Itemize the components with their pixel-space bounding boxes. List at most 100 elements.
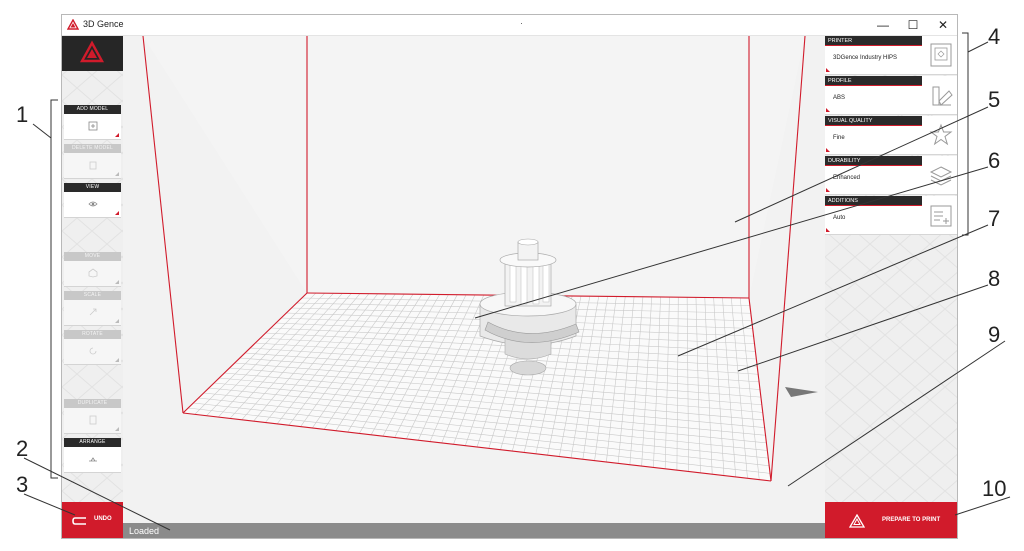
printer-selector[interactable]: PRINTER 3DGence Industry HIPS [825, 36, 957, 75]
printer-header: PRINTER [825, 36, 922, 46]
delete-model-icon [89, 161, 97, 170]
add-model-button[interactable] [64, 114, 121, 140]
callout-3: 3 [16, 472, 29, 497]
profile-selector[interactable]: PROFILE ABS [825, 76, 957, 115]
left-toolbar: ADD MODEL DELETE MODEL VIEW MOVE SCALE R… [62, 36, 123, 502]
visual-quality-header: VISUAL QUALITY [825, 116, 922, 126]
undo-button[interactable]: UNDO [62, 502, 123, 538]
close-button[interactable]: ✕ [928, 15, 957, 36]
printer-logo-icon [849, 514, 865, 528]
corner-marker [115, 427, 119, 431]
app-logo-icon [79, 40, 105, 63]
printer-icon [930, 43, 952, 67]
profile-value: ABS [833, 95, 846, 101]
rotate-group[interactable]: ROTATE [64, 330, 121, 365]
move-icon [88, 268, 98, 278]
settings-panel: PRINTER 3DGence Industry HIPS PROFILE AB… [825, 36, 957, 502]
duplicate-group[interactable]: DUPLICATE [64, 399, 121, 434]
scale-label: SCALE [64, 291, 121, 300]
view-label: VIEW [64, 183, 121, 192]
callout-7: 7 [988, 206, 1001, 231]
callout-8: 8 [988, 266, 1001, 291]
add-list-icon [930, 205, 952, 227]
star-icon [929, 123, 953, 146]
duplicate-button[interactable] [64, 408, 121, 434]
callout-5: 5 [988, 87, 1001, 112]
rotate-button[interactable] [64, 339, 121, 365]
delete-model-button[interactable] [64, 153, 121, 179]
rotate-icon [89, 347, 97, 355]
additions-header: ADDITIONS [825, 196, 922, 206]
app-title: 3D Gence [83, 19, 124, 29]
arrange-group[interactable]: ARRANGE [64, 438, 121, 473]
printer-value: 3DGence Industry HIPS [833, 55, 898, 61]
durability-header: DURABILITY [825, 156, 922, 166]
corner-marker [115, 319, 119, 323]
view-group[interactable]: VIEW [64, 183, 121, 218]
prepare-to-print-button[interactable]: PREPARE TO PRINT [825, 502, 957, 538]
move-label: MOVE [64, 252, 121, 261]
title-separator: · [520, 18, 523, 28]
visual-quality-value: Fine [833, 135, 845, 141]
callout-1: 1 [16, 102, 29, 127]
undo-icon [72, 517, 86, 525]
layers-icon [929, 166, 953, 186]
profile-header: PROFILE [825, 76, 922, 86]
3d-viewport[interactable] [123, 36, 825, 523]
title-bar: 3D Gence · — ☐ ✕ [62, 15, 957, 36]
add-model-icon [88, 121, 98, 131]
back-wall [143, 36, 805, 298]
figure: 3D Gence · — ☐ ✕ ADD MODEL DELETE MODEL … [0, 0, 1024, 551]
add-model-group[interactable]: ADD MODEL [64, 105, 121, 140]
callout-2: 2 [16, 436, 29, 461]
move-button[interactable] [64, 261, 121, 287]
durability-selector[interactable]: DURABILITY Enhanced [825, 156, 957, 195]
arrange-icon [89, 457, 97, 462]
durability-value: Enhanced [833, 175, 861, 181]
status-text: Loaded [129, 526, 160, 536]
callout-9: 9 [988, 322, 1001, 347]
corner-marker [115, 211, 119, 215]
minimize-button[interactable]: — [868, 15, 898, 36]
visual-quality-selector[interactable]: VISUAL QUALITY Fine [825, 116, 957, 155]
delete-model-group[interactable]: DELETE MODEL [64, 144, 121, 179]
move-group[interactable]: MOVE [64, 252, 121, 287]
corner-marker [115, 133, 119, 137]
undo-label: UNDO [94, 516, 112, 522]
eye-icon [88, 201, 98, 207]
print-head-marker [785, 387, 818, 397]
callout-4: 4 [988, 24, 1001, 49]
corner-marker [826, 188, 830, 192]
corner-marker [115, 280, 119, 284]
view-button[interactable] [64, 192, 121, 218]
scale-group[interactable]: SCALE [64, 291, 121, 326]
build-volume-scene[interactable] [123, 36, 825, 523]
corner-marker [826, 68, 830, 72]
app-logo-icon [67, 19, 79, 30]
corner-marker [115, 172, 119, 176]
app-window: 3D Gence · — ☐ ✕ ADD MODEL DELETE MODEL … [61, 14, 958, 539]
scale-icon [89, 308, 97, 316]
arrange-button[interactable] [64, 447, 121, 473]
scale-button[interactable] [64, 300, 121, 326]
duplicate-label: DUPLICATE [64, 399, 121, 408]
duplicate-icon [89, 415, 97, 425]
corner-marker [826, 108, 830, 112]
build-plate[interactable] [183, 293, 771, 481]
corner-marker [826, 148, 830, 152]
maximize-button[interactable]: ☐ [898, 15, 928, 36]
rotate-label: ROTATE [64, 330, 121, 339]
callout-6: 6 [988, 148, 1001, 173]
arrange-label: ARRANGE [64, 438, 121, 447]
delete-model-label: DELETE MODEL [64, 144, 121, 153]
corner-marker [115, 358, 119, 362]
color-swatch-icon [932, 86, 953, 106]
status-bar: Loaded [123, 523, 825, 538]
additions-selector[interactable]: ADDITIONS Auto [825, 196, 957, 235]
prepare-to-print-label: PREPARE TO PRINT [882, 517, 941, 523]
callout-10: 10 [982, 476, 1007, 501]
additions-value: Auto [833, 215, 846, 221]
add-model-label: ADD MODEL [64, 105, 121, 114]
logo-tile [62, 36, 123, 71]
corner-marker [826, 228, 830, 232]
